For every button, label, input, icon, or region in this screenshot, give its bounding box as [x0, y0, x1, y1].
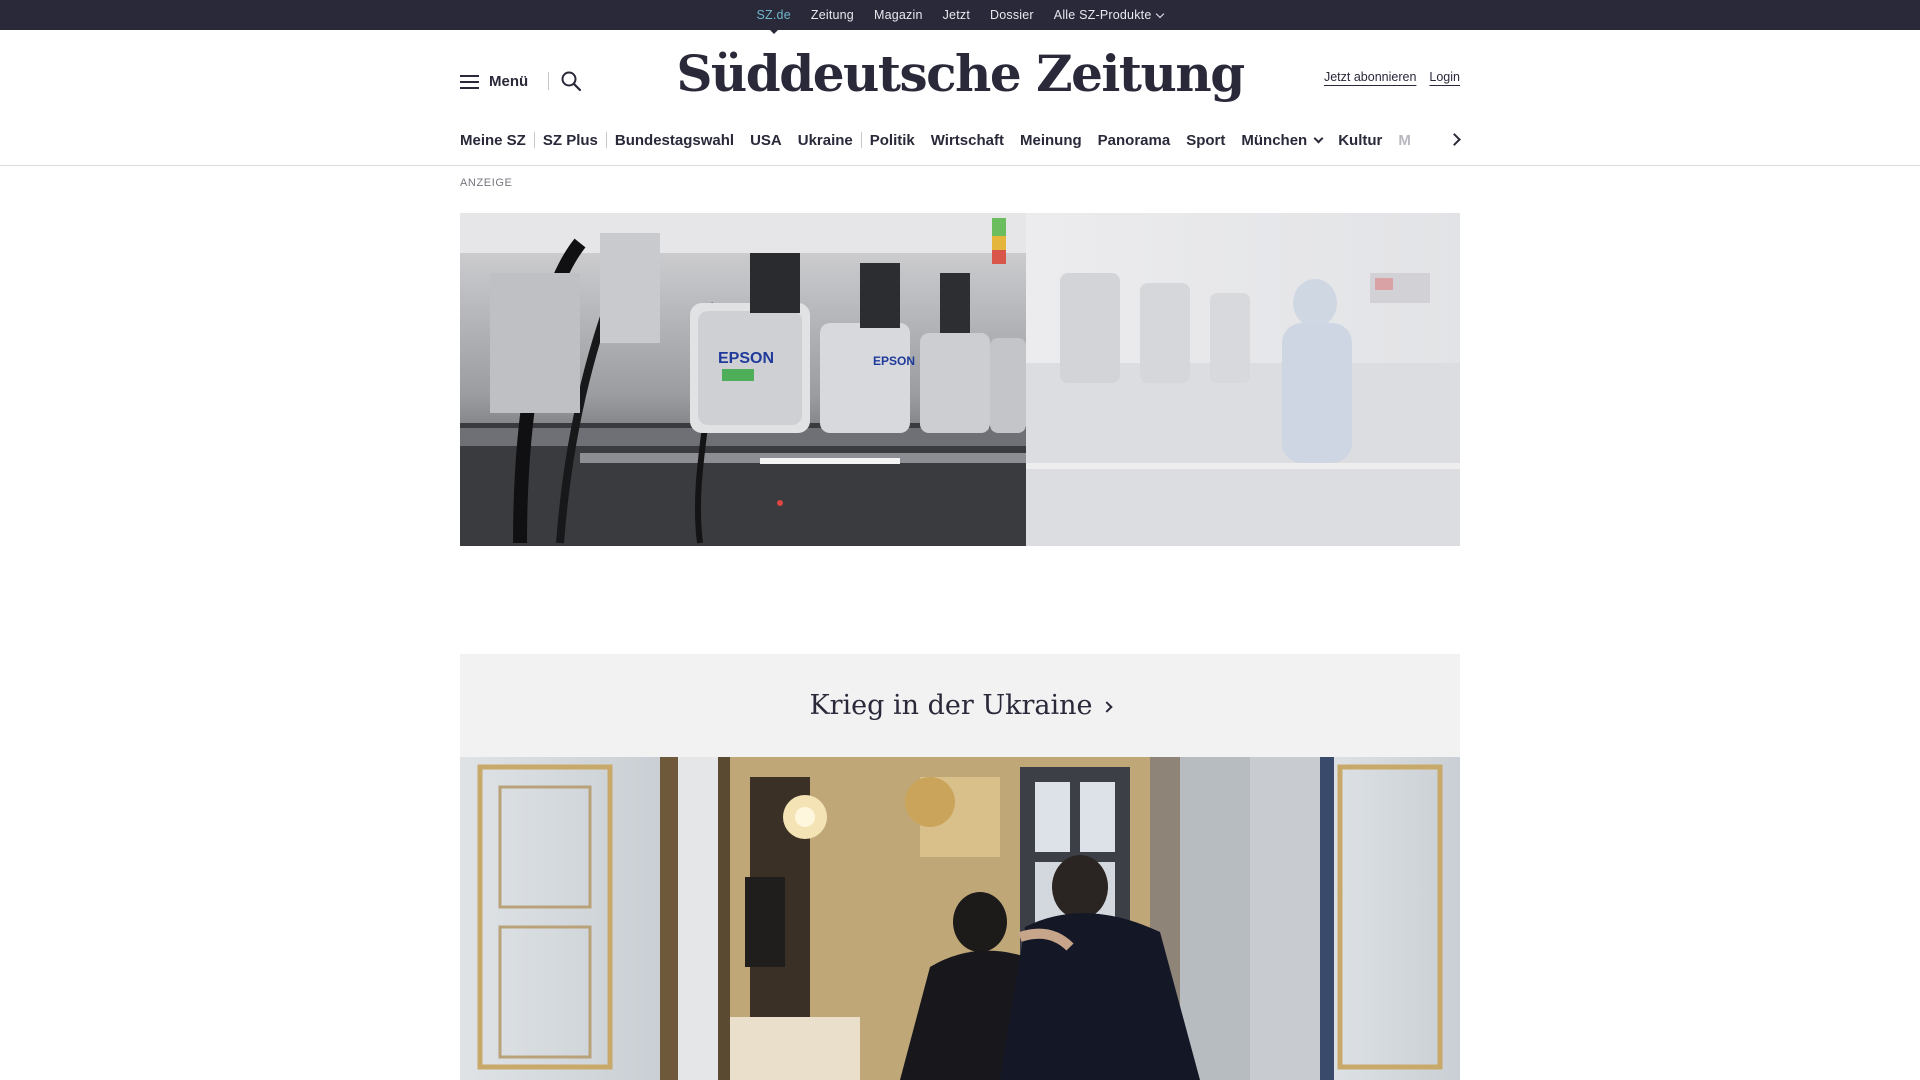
- nav-scroll-right-button[interactable]: [1448, 130, 1464, 150]
- product-link-zeitung[interactable]: Zeitung: [811, 8, 854, 22]
- nav-item-meinung[interactable]: Meinung: [1020, 132, 1082, 149]
- product-link-label: Dossier: [990, 8, 1034, 22]
- nav-item-muenchen[interactable]: München: [1241, 131, 1324, 149]
- palace-hall-photo: [460, 757, 1460, 1080]
- product-link-label: Jetzt: [942, 8, 971, 22]
- product-bar: SZ.de Zeitung Magazin Jetzt Dossier Alle…: [0, 0, 1920, 34]
- nav-item-sz-plus[interactable]: SZ Plus: [543, 132, 598, 149]
- nav-item-usa[interactable]: USA: [750, 132, 782, 149]
- epson-logo-text: EPSON: [873, 354, 915, 368]
- chevron-down-icon: [1156, 9, 1165, 18]
- subscribe-link[interactable]: Jetzt abonnieren: [1324, 70, 1416, 84]
- login-link[interactable]: Login: [1429, 70, 1460, 84]
- site-logo[interactable]: Süddeutsche Zeitung: [460, 44, 1460, 103]
- ad-banner-image[interactable]: EPSON EPSON: [460, 213, 1460, 546]
- product-link-label: Magazin: [873, 8, 923, 22]
- nav-item-wirtschaft[interactable]: Wirtschaft: [931, 132, 1004, 149]
- factory-robots-illustration: EPSON EPSON: [460, 213, 1460, 546]
- product-link-label: Zeitung: [810, 8, 854, 22]
- nav-item-sport[interactable]: Sport: [1186, 132, 1225, 149]
- section-header: Krieg in der Ukraine: [460, 654, 1460, 757]
- product-link-magazin[interactable]: Magazin: [874, 8, 923, 22]
- chevron-right-icon: [1100, 701, 1113, 713]
- epson-logo-text: EPSON: [718, 350, 774, 367]
- product-link-all-products[interactable]: Alle SZ-Produkte: [1053, 8, 1165, 22]
- nav-divider-line: [0, 165, 1920, 166]
- product-links: SZ.de Zeitung Magazin Jetzt Dossier Alle…: [0, 0, 1920, 34]
- nav-divider: [533, 132, 535, 148]
- nav-item-panorama[interactable]: Panorama: [1098, 132, 1171, 149]
- product-link-szde[interactable]: SZ.de: [756, 8, 791, 34]
- section-nav: Meine SZ SZ Plus Bundestagswahl USA Ukra…: [460, 128, 1460, 152]
- chevron-right-icon: [1448, 133, 1461, 146]
- masthead: Menü Süddeutsche Zeitung Jetzt abonniere…: [460, 30, 1460, 135]
- product-link-label: Alle SZ-Produkte: [1053, 8, 1152, 22]
- nav-item-label: München: [1241, 131, 1308, 149]
- product-link-dossier[interactable]: Dossier: [990, 8, 1034, 22]
- nav-divider: [860, 132, 862, 148]
- nav-item-bundestagswahl[interactable]: Bundestagswahl: [615, 132, 734, 149]
- lead-article-image[interactable]: [460, 757, 1460, 1080]
- product-link-label: SZ.de: [756, 8, 791, 22]
- chevron-down-icon: [1313, 133, 1324, 143]
- nav-item-ukraine[interactable]: Ukraine: [798, 132, 853, 149]
- nav-divider: [605, 132, 607, 148]
- nav-item-truncated[interactable]: M: [1398, 132, 1411, 149]
- nav-item-kultur[interactable]: Kultur: [1338, 132, 1382, 149]
- account-actions: Jetzt abonnieren Login: [1324, 70, 1460, 84]
- nav-item-meine-sz[interactable]: Meine SZ: [460, 132, 526, 149]
- nav-item-politik[interactable]: Politik: [870, 132, 915, 149]
- section-title-link[interactable]: Krieg in der Ukraine: [460, 690, 1460, 721]
- ad-label: ANZEIGE: [460, 177, 513, 189]
- section-title: Krieg in der Ukraine: [809, 690, 1093, 721]
- product-link-jetzt[interactable]: Jetzt: [943, 8, 970, 22]
